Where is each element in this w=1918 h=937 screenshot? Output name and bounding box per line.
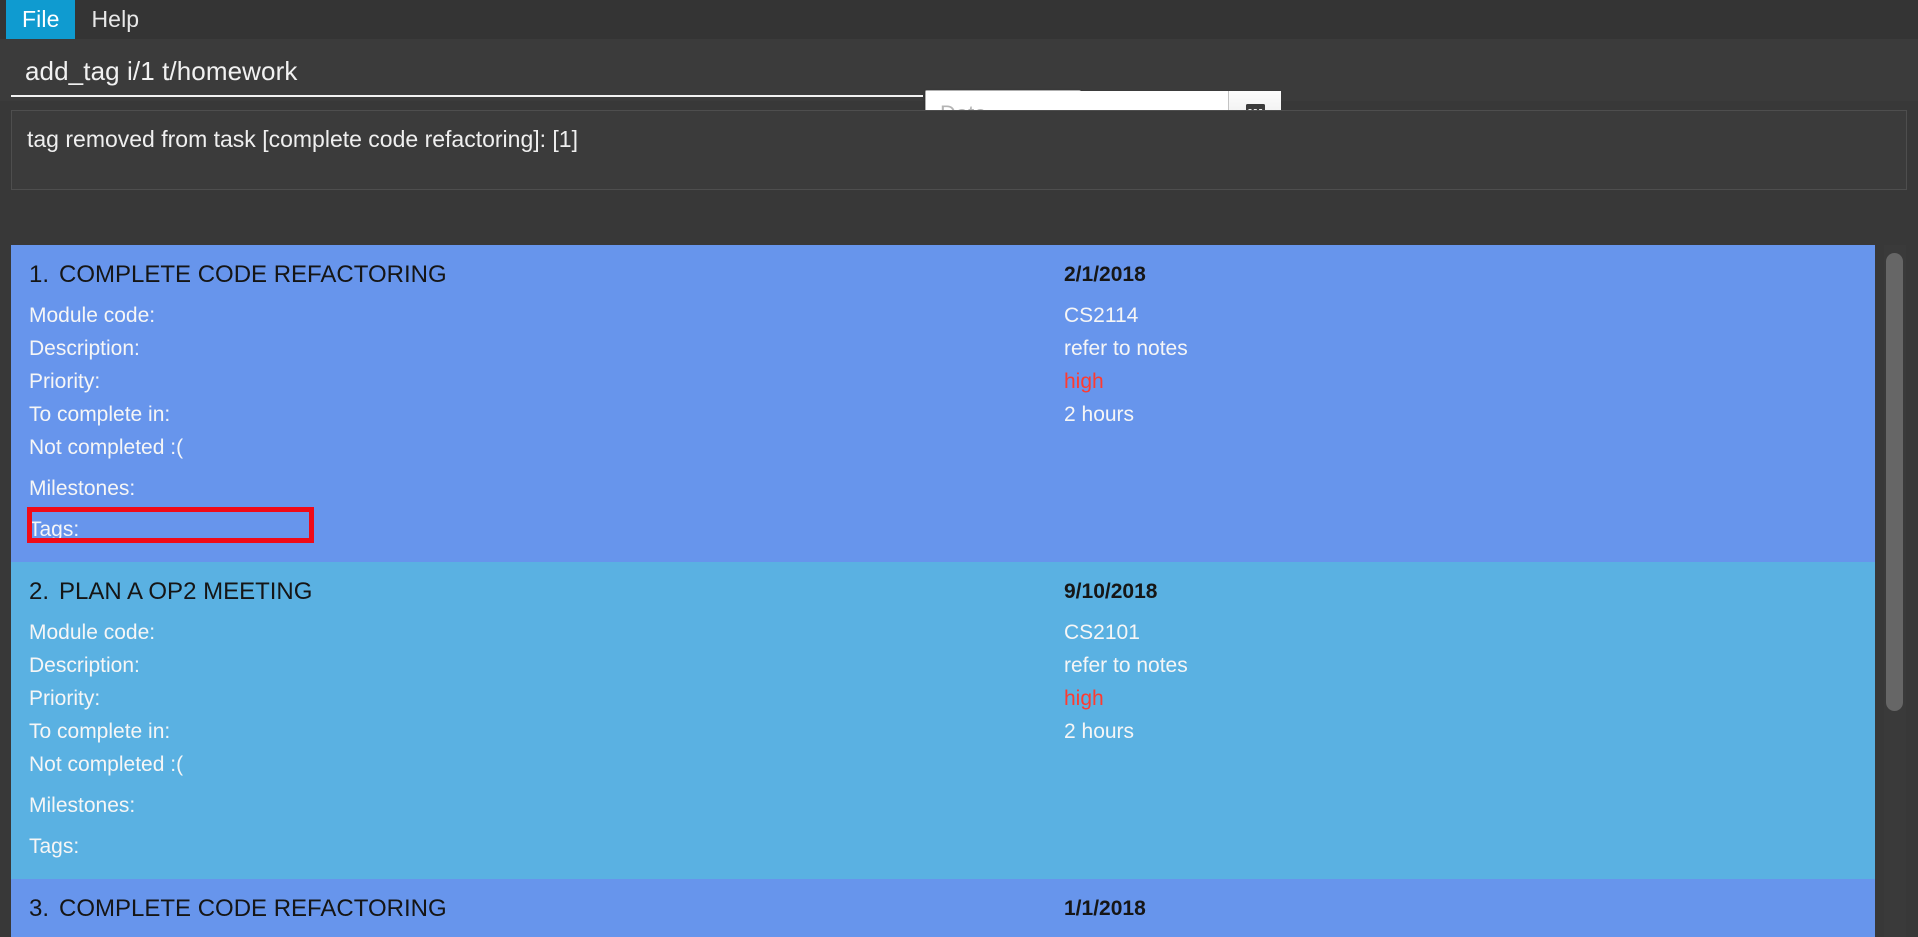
- task-date: 9/10/2018: [1064, 580, 1158, 603]
- task-label-description: Description:: [29, 337, 140, 360]
- task-detail-rows: Module code:CS2113Description:refer to n…: [11, 933, 1875, 937]
- task-label-module-code: Module code:: [29, 621, 156, 644]
- task-row-completion: Not completed :(: [11, 748, 1875, 781]
- app-window: File Help add_tag i/1 t/homework Date ta…: [0, 0, 1918, 937]
- task-row-milestones: Milestones:: [11, 789, 1875, 822]
- task-row-module-code: Module code: CS2114: [11, 299, 1875, 332]
- task-label-completion: Not completed :(: [29, 436, 184, 459]
- task-date: 2/1/2018: [1064, 263, 1146, 286]
- task-index: 3.: [29, 895, 50, 922]
- menu-bar: File Help: [0, 0, 1918, 39]
- task-label-description: Description:: [29, 654, 140, 677]
- task-value-description: refer to notes: [1064, 337, 1188, 360]
- task-value-to-complete-in: 2 hours: [1064, 403, 1135, 426]
- task-row-milestones: Milestones:: [11, 472, 1875, 505]
- task-card[interactable]: 2. PLAN A OP2 MEETING 9/10/2018 Module code…: [11, 562, 1875, 879]
- task-row-priority: Priority: high: [11, 365, 1875, 398]
- task-label-priority: Priority:: [29, 370, 101, 393]
- task-value-priority: high: [1064, 687, 1104, 710]
- result-display-message: tag removed from task [complete code ref…: [27, 126, 578, 152]
- task-row-module-code: Module code: CS2101: [11, 616, 1875, 649]
- task-row-description: Description: refer to notes: [11, 649, 1875, 682]
- task-title-row: 2. PLAN A OP2 MEETING 9/10/2018: [11, 576, 1875, 608]
- task-value-module-code: CS2101: [1064, 621, 1140, 644]
- task-name: COMPLETE CODE REFACTORING: [59, 895, 447, 922]
- command-bar: [0, 39, 1918, 137]
- task-label-to-complete-in: To complete in:: [29, 403, 171, 426]
- menu-item-file[interactable]: File: [6, 0, 76, 39]
- task-date: 1/1/2018: [1064, 897, 1146, 920]
- task-label-tags: Tags:: [29, 835, 80, 858]
- task-row-module-code: Module code: CS2113: [11, 933, 1875, 937]
- task-value-to-complete-in: 2 hours: [1064, 720, 1135, 743]
- task-value-description: refer to notes: [1064, 654, 1188, 677]
- task-row-priority: Priority: high: [11, 682, 1875, 715]
- task-row-tags: Tags:: [11, 830, 1875, 863]
- task-list-panel[interactable]: 1. COMPLETE CODE REFACTORING 2/1/2018 Modul…: [11, 245, 1907, 937]
- task-value-module-code: CS2114: [1064, 304, 1139, 327]
- menu-item-label: File: [22, 6, 60, 32]
- task-card[interactable]: 1. COMPLETE CODE REFACTORING 2/1/2018 Modul…: [11, 245, 1875, 562]
- task-row-tags: Tags:: [11, 507, 1875, 546]
- task-detail-rows: Module code: CS2114 Description: refer to n…: [11, 299, 1875, 546]
- task-detail-rows: Module code: CS2101 Description: refer to n…: [11, 616, 1875, 863]
- result-display-panel: tag removed from task [complete code ref…: [11, 110, 1907, 190]
- task-row-description: Description: refer to notes: [11, 332, 1875, 365]
- task-index: 1.: [29, 261, 50, 288]
- task-value-module-code: CS2113: [1064, 933, 1138, 937]
- menu-item-help[interactable]: Help: [75, 0, 155, 39]
- task-list-scrollbar-thumb[interactable]: [1886, 253, 1903, 711]
- task-label-priority: Priority:: [29, 687, 101, 710]
- task-row-to-complete-in: To complete in: 2 hours: [11, 398, 1875, 431]
- task-name: PLAN A OP2 MEETING: [59, 578, 313, 605]
- task-label-milestones: Milestones:: [29, 794, 136, 817]
- task-label-to-complete-in: To complete in:: [29, 720, 171, 743]
- task-list-scrollbar-track[interactable]: [1884, 245, 1906, 937]
- task-value-priority: high: [1064, 370, 1104, 393]
- task-name: COMPLETE CODE REFACTORING: [59, 261, 447, 288]
- task-row-to-complete-in: To complete in: 2 hours: [11, 715, 1875, 748]
- menu-item-label: Help: [91, 6, 140, 32]
- task-label-completion: Not completed :(: [29, 753, 184, 776]
- task-label-tags: Tags:: [29, 518, 80, 541]
- task-title-row: 3. COMPLETE CODE REFACTORING 1/1/2018: [11, 893, 1875, 925]
- command-input[interactable]: [25, 51, 905, 91]
- task-label-module-code: Module code:: [29, 304, 156, 327]
- task-label-module-code: Module code:: [29, 933, 155, 937]
- command-input-wrapper: [11, 47, 923, 97]
- task-title-row: 1. COMPLETE CODE REFACTORING 2/1/2018: [11, 259, 1875, 291]
- task-label-milestones: Milestones:: [29, 477, 136, 500]
- task-index: 2.: [29, 578, 50, 605]
- task-row-completion: Not completed :(: [11, 431, 1875, 464]
- task-card[interactable]: 3. COMPLETE CODE REFACTORING 1/1/2018 Modul…: [11, 879, 1875, 937]
